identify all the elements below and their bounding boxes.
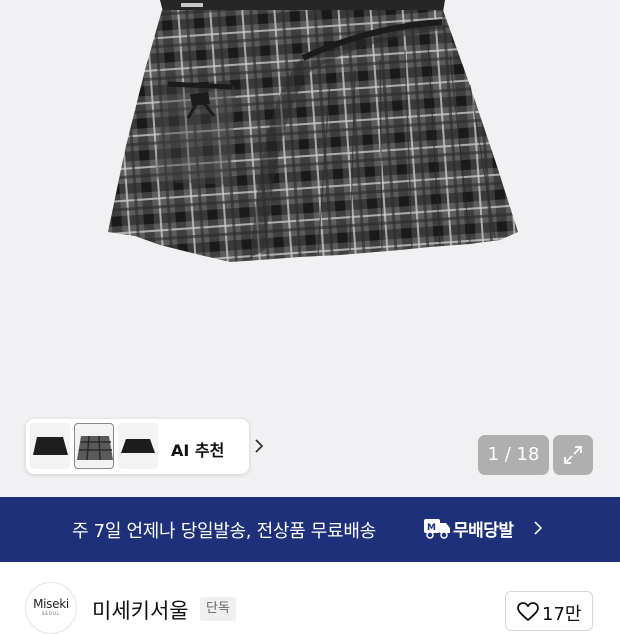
ai-recommend-label[interactable]: AI 추천 (171, 437, 224, 461)
shipping-banner[interactable]: 주 7일 언제나 당일발송, 전상품 무료배송 M 무배당발 (0, 497, 620, 562)
thumbnail-3[interactable] (118, 423, 158, 469)
brand-name[interactable]: 미세키서울 (92, 595, 189, 625)
exclusive-tag: 단독 (200, 597, 236, 621)
free-delivery-badge: M 무배당발 (423, 515, 514, 541)
product-image-gallery[interactable]: AI 추천 1 / 18 (0, 0, 620, 497)
thumbnail-2[interactable] (74, 423, 114, 469)
expand-button[interactable] (553, 435, 593, 475)
thumbnail-strip[interactable]: AI 추천 (26, 419, 264, 474)
svg-text:M: M (427, 523, 436, 533)
brand-logo[interactable]: Miseki SEOUL (25, 582, 77, 634)
like-button[interactable]: 17만 (505, 591, 593, 631)
brand-row: Miseki SEOUL 미세키서울 단독 17만 (0, 562, 620, 634)
brand-logo-text: Miseki (33, 597, 69, 611)
heart-icon (517, 602, 539, 622)
chevron-right-icon[interactable] (254, 439, 264, 453)
delivery-truck-icon: M (424, 519, 450, 539)
like-count: 17만 (542, 604, 582, 625)
banner-text: 주 7일 언제나 당일발송, 전상품 무료배송 (72, 521, 376, 542)
badge-label: 무배당발 (453, 520, 514, 541)
expand-icon (564, 446, 582, 464)
image-counter: 1 / 18 (478, 435, 549, 475)
thumbnail-1[interactable] (30, 423, 70, 469)
brand-logo-subtext: SEOUL (41, 611, 61, 616)
chevron-right-icon[interactable] (533, 521, 543, 535)
